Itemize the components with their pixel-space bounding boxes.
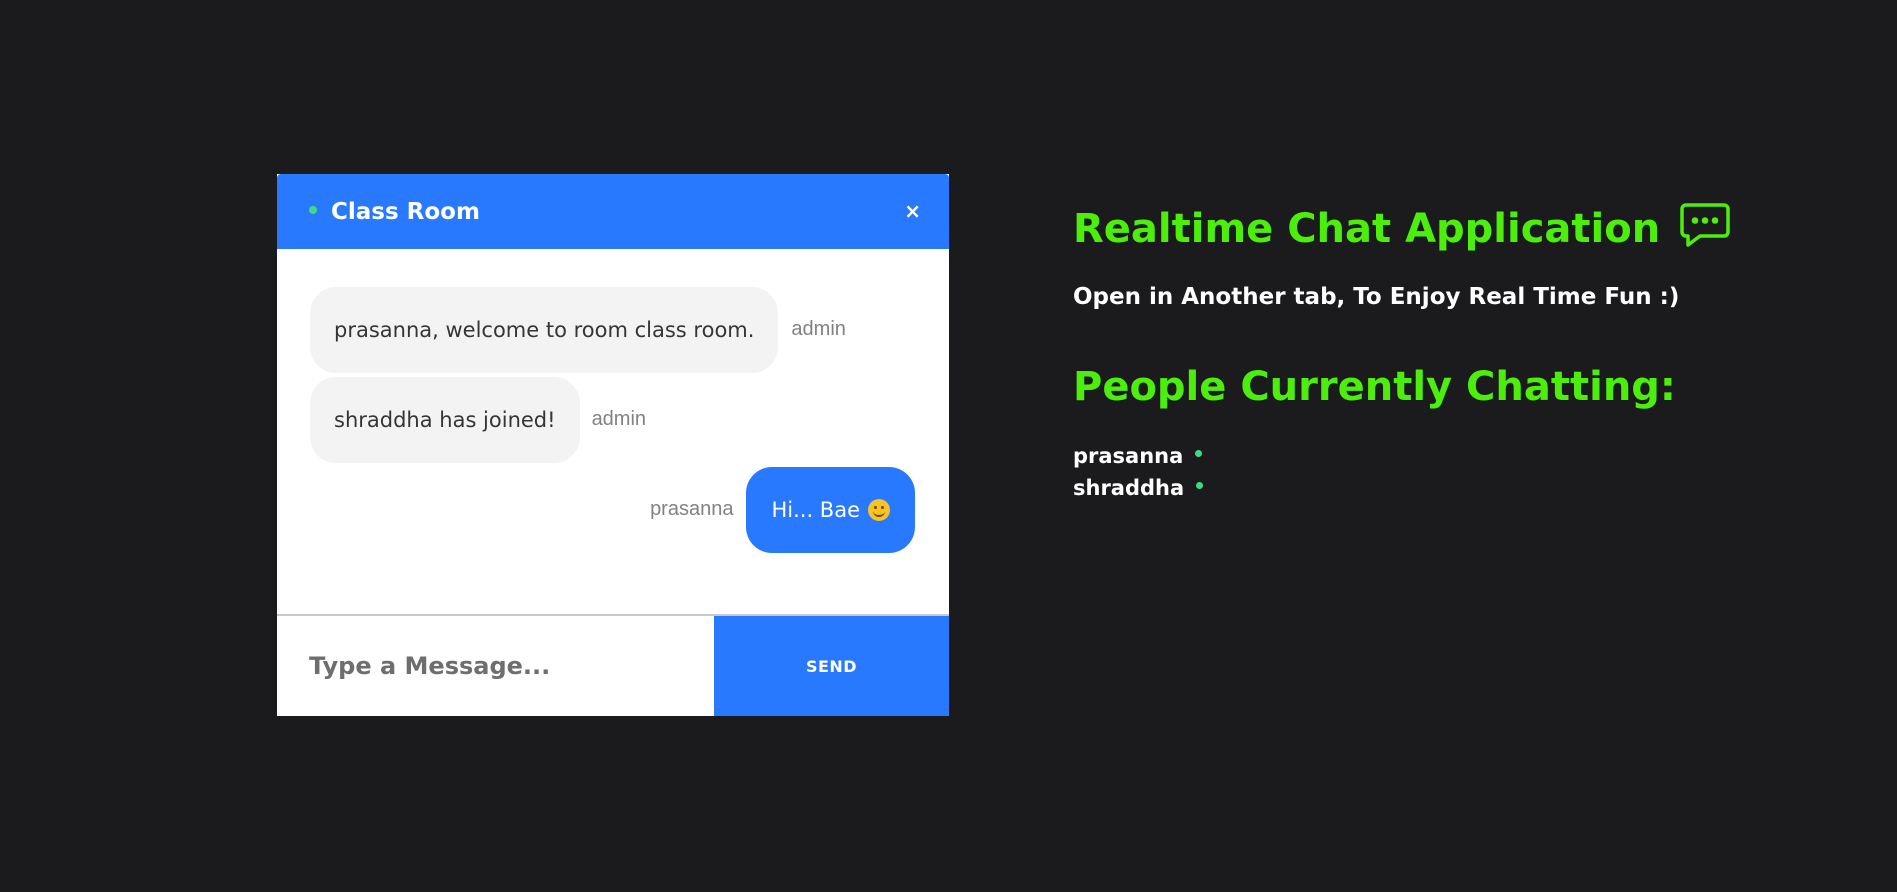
message-composer: SEND (277, 614, 949, 716)
message-sender: prasanna (650, 497, 734, 520)
info-panel: Realtime Chat Application Open in Anothe… (1073, 200, 1833, 504)
message-input[interactable] (277, 616, 714, 716)
online-status-dot (309, 205, 317, 214)
tagline: Open in Another tab, To Enjoy Real Time … (1073, 284, 1680, 310)
online-status-dot (1195, 449, 1203, 457)
person-name: shraddha (1073, 476, 1185, 500)
message-item: shraddha has joined! admin (310, 377, 646, 463)
chat-window: Class Room × prasanna, welcome to room c… (277, 174, 949, 716)
page: Class Room × prasanna, welcome to room c… (0, 0, 1897, 892)
message-text: Hi... Bae (771, 497, 860, 522)
person-item: shraddha (1073, 472, 1833, 504)
message-text: shraddha has joined! (334, 407, 556, 432)
app-title: Realtime Chat Application (1073, 200, 1833, 258)
chat-bubble-dots-icon (1680, 202, 1730, 258)
online-status-dot (1196, 481, 1204, 489)
send-button[interactable]: SEND (714, 616, 949, 716)
message-item: prasanna, welcome to room class room. ad… (310, 287, 846, 373)
slightly-smiling-face-icon (868, 499, 890, 521)
message-bubble: prasanna, welcome to room class room. (310, 287, 779, 373)
message-bubble: shraddha has joined! (310, 377, 580, 463)
app-title-text: Realtime Chat Application (1073, 206, 1661, 252)
message-sender: admin (791, 317, 846, 340)
people-list: prasanna shraddha (1073, 440, 1833, 504)
room-name: Class Room (331, 198, 480, 225)
close-icon[interactable]: × (904, 201, 921, 221)
message-sender: admin (591, 407, 647, 430)
message-list[interactable]: prasanna, welcome to room class room. ad… (277, 249, 949, 614)
person-item: prasanna (1073, 440, 1833, 472)
people-heading: People Currently Chatting: (1073, 364, 1676, 410)
person-name: prasanna (1073, 444, 1184, 468)
message-text: prasanna, welcome to room class room. (334, 317, 755, 342)
message-item-own: prasanna Hi... Bae (650, 467, 915, 553)
message-bubble-own: Hi... Bae (746, 467, 915, 553)
chat-header: Class Room × (277, 174, 949, 249)
